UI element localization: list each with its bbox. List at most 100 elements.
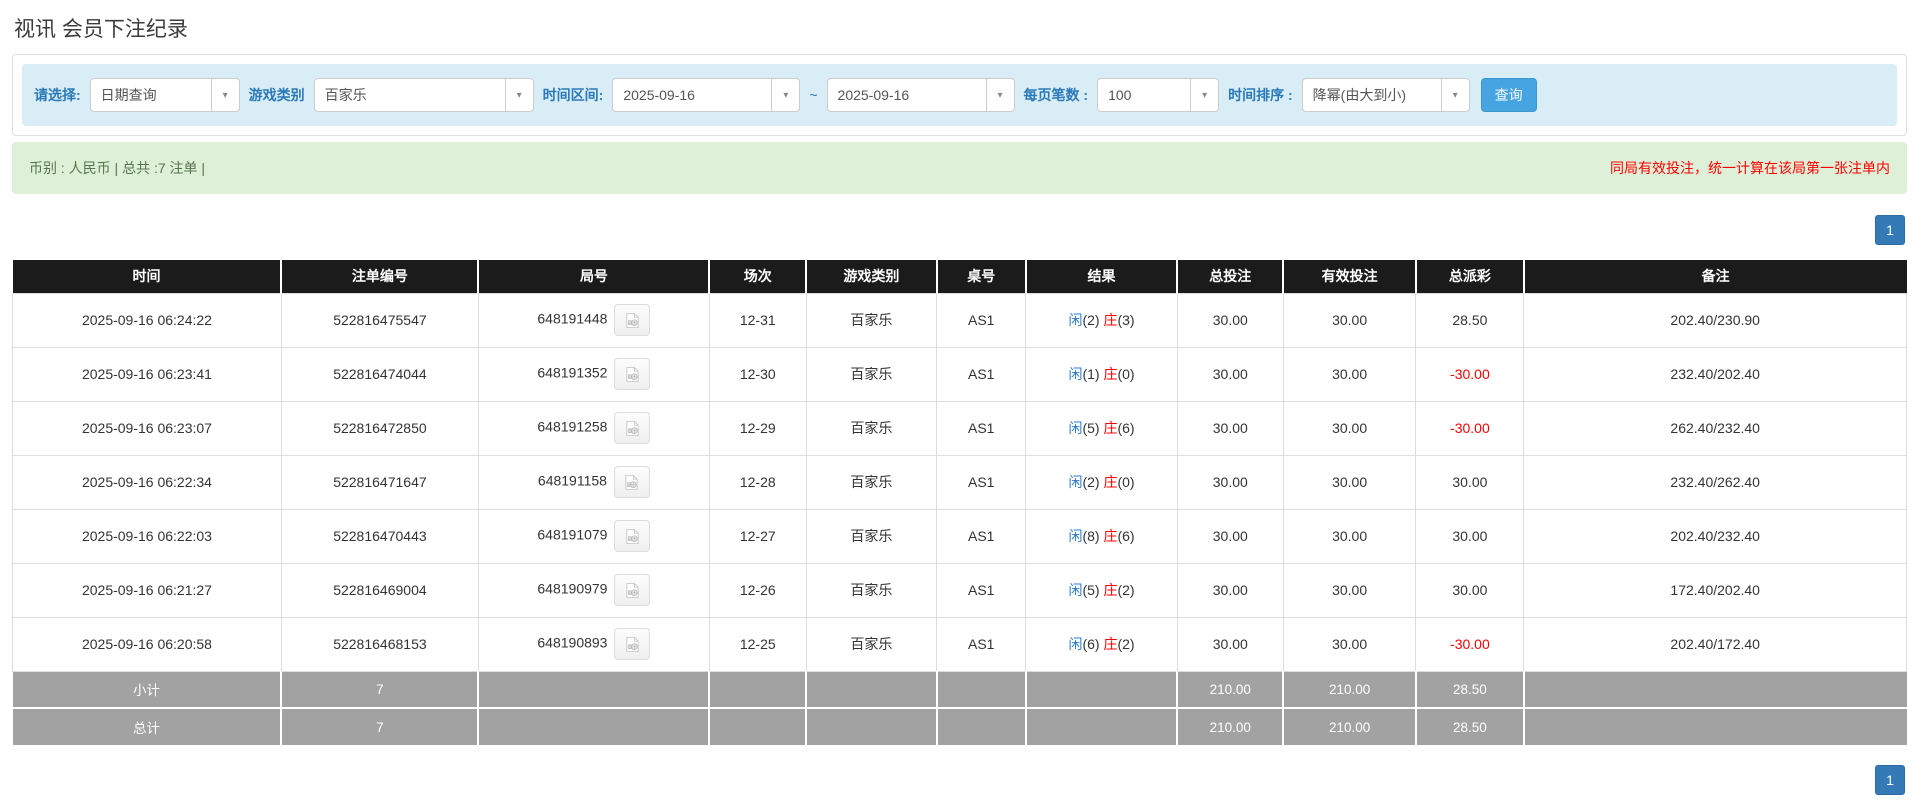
- page-1-button[interactable]: 1: [1875, 215, 1905, 245]
- empty-cell: [1523, 670, 1907, 709]
- table-footer: 小计 7 210.00 210.00 28.50 总计 7 210.00 210…: [12, 670, 1907, 745]
- video-record-button[interactable]: [614, 412, 651, 444]
- video-record-icon: [626, 582, 639, 598]
- table-row: 2025-09-16 06:23:41 522816474044 6481913…: [12, 346, 1907, 402]
- page: 视讯 会员下注纪录 请选择: 日期查询 ▾ 游戏类别 百家乐 ▾ 时间区间: 2…: [0, 0, 1919, 795]
- player-result-value: (1): [1082, 366, 1100, 382]
- payout-cell: 30.00: [1415, 562, 1525, 618]
- remark-cell: 232.40/262.40: [1523, 454, 1907, 510]
- video-record-button[interactable]: [614, 628, 651, 660]
- total-bet-link[interactable]: 30.00: [1176, 454, 1284, 510]
- table-number-cell: AS1: [936, 454, 1027, 510]
- date-from-select[interactable]: 2025-09-16 ▾: [612, 78, 801, 112]
- round-id: 648191158: [537, 472, 607, 489]
- total-bet-link[interactable]: 30.00: [1176, 616, 1284, 672]
- column-header: 结果: [1025, 260, 1179, 293]
- banker-result-label: 庄: [1103, 420, 1118, 436]
- date-from-value: 2025-09-16: [623, 87, 695, 103]
- payout-cell: -30.00: [1415, 346, 1525, 402]
- video-record-button[interactable]: [614, 520, 651, 552]
- total-bet-link[interactable]: 30.00: [1176, 292, 1284, 348]
- date-to-select[interactable]: 2025-09-16 ▾: [826, 78, 1015, 112]
- round-cell: 648191448: [477, 292, 710, 348]
- bet-id-cell: 522816472850: [280, 400, 479, 456]
- banker-result-value: (6): [1117, 420, 1135, 436]
- empty-cell: [709, 670, 808, 709]
- query-type-select[interactable]: 日期查询 ▾: [89, 78, 240, 112]
- payout-cell: -30.00: [1415, 616, 1525, 672]
- session-cell: 12-28: [708, 454, 807, 510]
- round-id: 648191079: [537, 526, 608, 543]
- player-result-label: 闲: [1068, 366, 1083, 382]
- remark-cell: 262.40/232.40: [1523, 400, 1907, 456]
- summary-payout-cell: 28.50: [1415, 670, 1525, 709]
- banker-result-label: 庄: [1103, 528, 1118, 544]
- round-id: 648191352: [537, 364, 608, 381]
- game-type-cell: 百家乐: [805, 400, 938, 456]
- round-cell: 648191158: [477, 454, 710, 510]
- empty-cell: [709, 707, 808, 745]
- result-cell: 闲(8) 庄(6): [1025, 508, 1178, 564]
- player-result-value: (5): [1082, 420, 1100, 436]
- banker-result-value: (6): [1117, 528, 1135, 544]
- payout-cell: -30.00: [1415, 400, 1525, 456]
- total-bet-link[interactable]: 30.00: [1176, 346, 1284, 402]
- total-bet-link[interactable]: 30.00: [1176, 562, 1284, 618]
- player-result-label: 闲: [1068, 636, 1083, 652]
- table-number-cell: AS1: [936, 346, 1027, 402]
- result-cell: 闲(2) 庄(0): [1025, 454, 1178, 510]
- summary-count-cell: 7: [281, 707, 480, 745]
- search-button[interactable]: 查询: [1480, 78, 1537, 112]
- time-cell: 2025-09-16 06:23:07: [12, 400, 282, 456]
- player-result-value: (8): [1082, 528, 1100, 544]
- summary-valid-bet-cell: 210.00: [1283, 707, 1417, 745]
- session-cell: 12-27: [708, 508, 807, 564]
- chevron-down-icon[interactable]: ▾: [771, 79, 800, 111]
- bet-id-cell: 522816471647: [280, 454, 479, 510]
- chevron-down-icon[interactable]: ▾: [1440, 79, 1469, 111]
- column-header: 场次: [709, 260, 808, 293]
- session-cell: 12-31: [708, 292, 807, 348]
- result-cell: 闲(5) 庄(6): [1025, 400, 1178, 456]
- table-body: 2025-09-16 06:24:22 522816475547 6481914…: [12, 292, 1907, 672]
- time-cell: 2025-09-16 06:21:27: [12, 562, 282, 618]
- column-header: 桌号: [936, 260, 1027, 293]
- table-row: 2025-09-16 06:21:27 522816469004 6481909…: [12, 562, 1907, 618]
- page-size-label: 每页笔数 :: [1023, 87, 1089, 103]
- video-record-button[interactable]: [614, 304, 651, 336]
- summary-currency-text: 币别 : 人民币 | 总共 :7 注单 |: [29, 160, 206, 176]
- time-cell: 2025-09-16 06:22:34: [12, 454, 282, 510]
- chevron-down-icon[interactable]: ▾: [985, 79, 1014, 111]
- page-1-button[interactable]: 1: [1875, 765, 1905, 795]
- video-record-button[interactable]: [614, 358, 651, 390]
- summary-bar: 币别 : 人民币 | 总共 :7 注单 | 同局有效投注，统一计算在该局第一张注…: [12, 142, 1907, 194]
- table-number-cell: AS1: [936, 508, 1027, 564]
- chevron-down-icon[interactable]: ▾: [1190, 79, 1219, 111]
- total-bet-link[interactable]: 30.00: [1176, 508, 1284, 564]
- video-record-button[interactable]: [614, 574, 651, 606]
- round-id: 648191258: [537, 418, 608, 435]
- round-cell: 648190979: [477, 562, 710, 618]
- summary-row: 总计 7 210.00 210.00 28.50: [12, 707, 1907, 745]
- banker-result-label: 庄: [1103, 636, 1118, 652]
- valid-bet-cell: 30.00: [1282, 400, 1417, 456]
- page-size-select[interactable]: 100 ▾: [1097, 78, 1220, 112]
- column-header: 备注: [1523, 260, 1907, 293]
- filter-panel: 请选择: 日期查询 ▾ 游戏类别 百家乐 ▾ 时间区间: 2025-09-16 …: [12, 54, 1907, 136]
- game-type-select[interactable]: 百家乐 ▾: [313, 78, 534, 112]
- banker-result-label: 庄: [1103, 474, 1118, 490]
- remark-cell: 202.40/232.40: [1523, 508, 1907, 564]
- chevron-down-icon[interactable]: ▾: [210, 79, 239, 111]
- table-row: 2025-09-16 06:22:03 522816470443 6481910…: [12, 508, 1907, 564]
- time-sort-select[interactable]: 降幂(由大到小) ▾: [1301, 78, 1470, 112]
- player-result-label: 闲: [1068, 582, 1083, 598]
- game-type-cell: 百家乐: [805, 616, 938, 672]
- chevron-down-icon[interactable]: ▾: [504, 79, 533, 111]
- summary-red-note: 同局有效投注，统一计算在该局第一张注单内: [1610, 160, 1890, 176]
- game-type-value: 百家乐: [324, 87, 367, 103]
- total-bet-link[interactable]: 30.00: [1176, 400, 1284, 456]
- bet-id-cell: 522816474044: [280, 346, 479, 402]
- time-range-label: 时间区间:: [542, 87, 604, 103]
- video-record-button[interactable]: [613, 466, 650, 498]
- remark-cell: 202.40/172.40: [1523, 616, 1907, 672]
